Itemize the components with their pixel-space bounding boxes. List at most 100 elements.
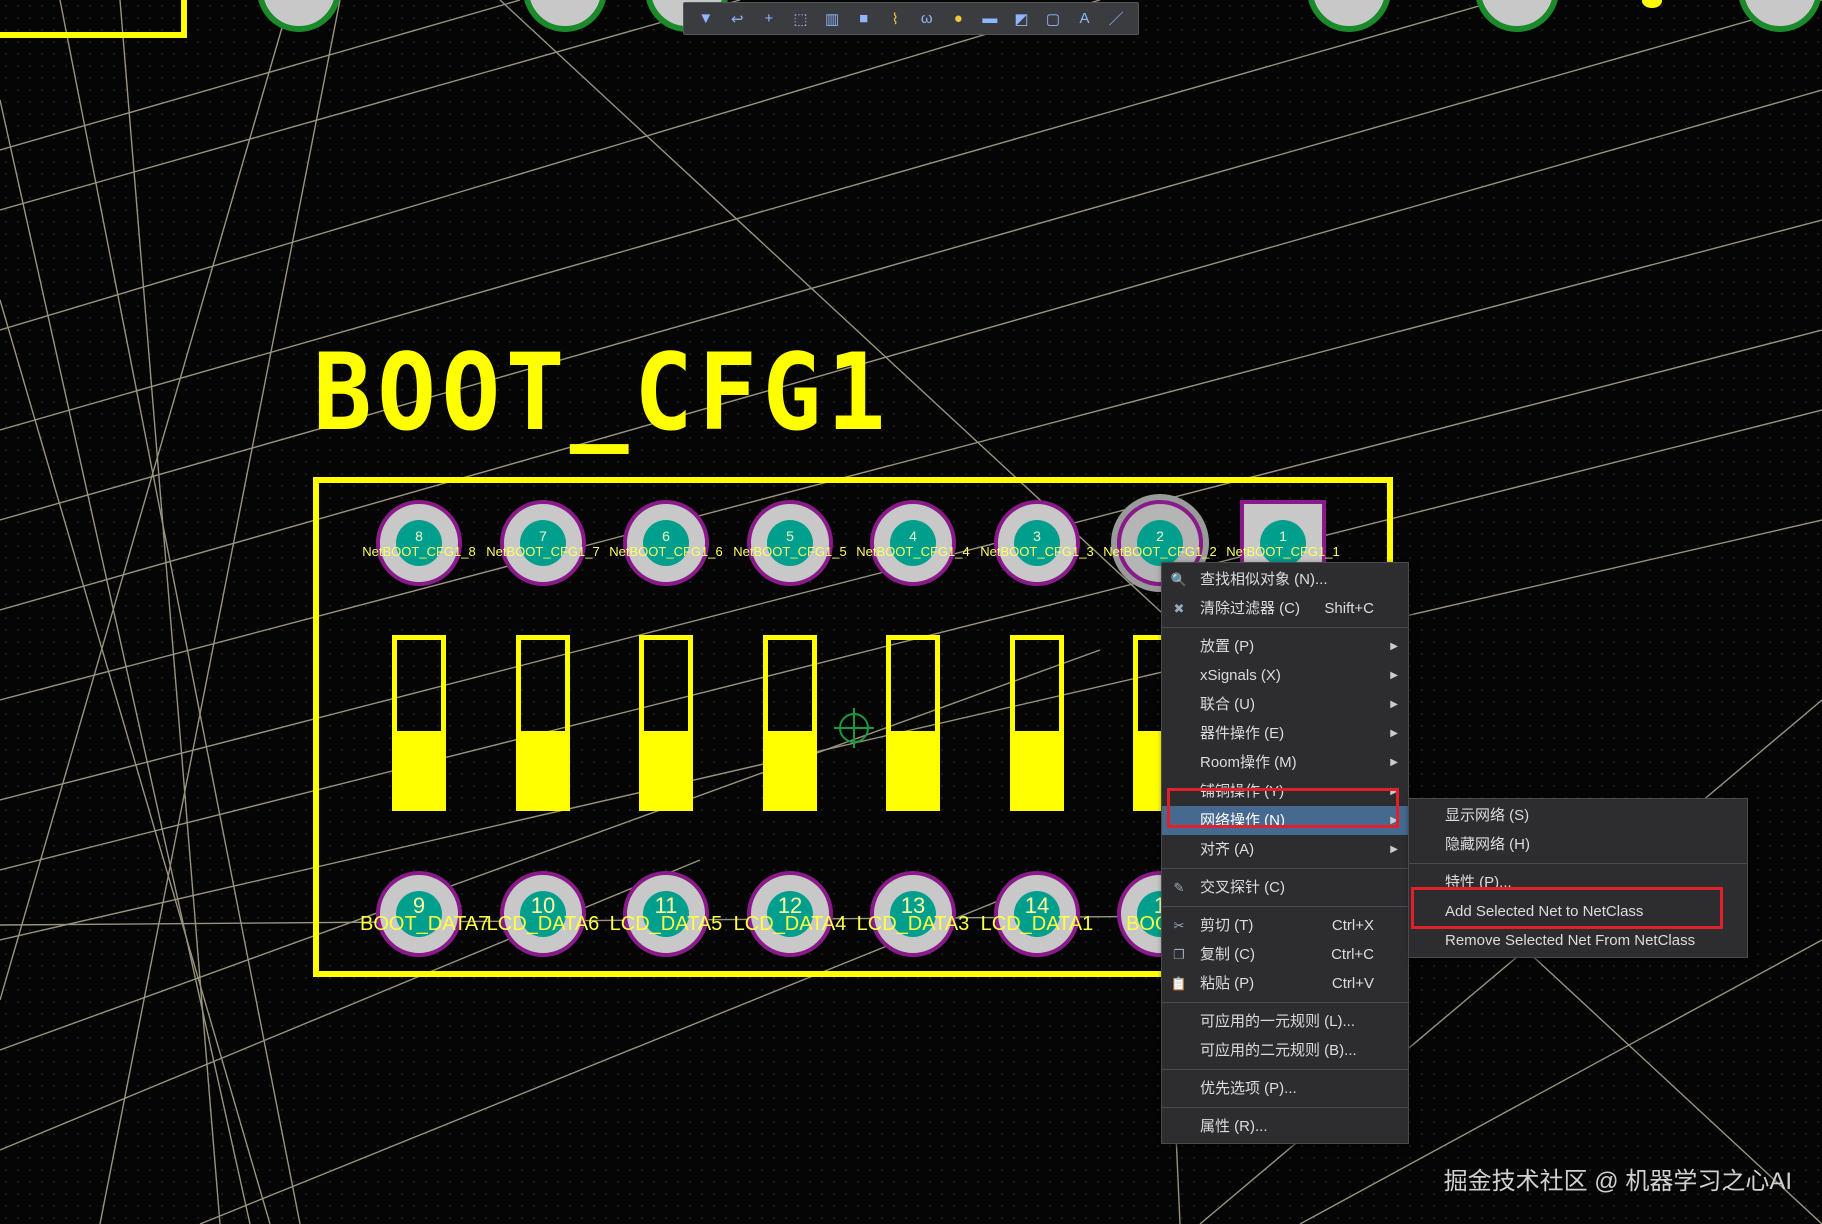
- submenu-item-1[interactable]: 隐藏网络 (H): [1409, 830, 1747, 859]
- menu-item-9[interactable]: 对齐 (A) ▶: [1162, 835, 1408, 864]
- crosshair-icon[interactable]: +: [757, 7, 781, 31]
- pad-net-label: LCD_DATA1: [980, 913, 1094, 935]
- pad-3[interactable]: 3 NetBOOT_CFG1_3: [980, 500, 1094, 586]
- menu-separator: [1162, 868, 1408, 869]
- pad-net-label: NetBOOT_CFG1_2: [1103, 544, 1217, 559]
- component-designator: BOOT_CFG1: [313, 331, 892, 454]
- dip-switch: [1010, 635, 1064, 811]
- pad-net-label: LCD_DATA4: [733, 913, 847, 935]
- submenu-item-4[interactable]: Remove Selected Net From NetClass: [1409, 926, 1747, 955]
- pad-net-label: BOOT_DATA7: [360, 913, 490, 935]
- line-icon[interactable]: ／: [1104, 7, 1128, 31]
- menu-item-label: 对齐 (A): [1200, 841, 1255, 858]
- bar-icon[interactable]: ▥: [820, 7, 844, 31]
- pad-net-label: LCD_DATA3: [856, 913, 970, 935]
- pad-5[interactable]: 5 NetBOOT_CFG1_5: [733, 500, 847, 586]
- menu-item-12[interactable]: ❐ 复制 (C) Ctrl+C: [1162, 940, 1408, 969]
- highlight-box-add-net: [1411, 887, 1723, 929]
- menu-item-shortcut: Shift+C: [1324, 600, 1374, 617]
- menu-item-11[interactable]: ✂ 剪切 (T) Ctrl+X: [1162, 911, 1408, 940]
- menu-separator: [1162, 1069, 1408, 1070]
- submenu-item-0[interactable]: 显示网络 (S): [1409, 801, 1747, 830]
- pad-8[interactable]: 8 NetBOOT_CFG1_8: [362, 500, 476, 586]
- pad-net-label: NetBOOT_CFG1_1: [1226, 544, 1340, 559]
- pad-number: 4: [909, 528, 917, 544]
- menu-item-16[interactable]: 优先选项 (P)...: [1162, 1074, 1408, 1103]
- pad-11[interactable]: 11 LCD_DATA5: [610, 871, 722, 957]
- menu-item-label: 交叉探针 (C): [1200, 879, 1285, 896]
- chevron-right-icon: ▶: [1390, 728, 1398, 739]
- pad-6[interactable]: 6 NetBOOT_CFG1_6: [609, 500, 723, 586]
- menu-item-10[interactable]: ✎ 交叉探针 (C): [1162, 873, 1408, 902]
- menu-item-label: 复制 (C): [1200, 946, 1255, 963]
- dip-switch: [763, 635, 817, 811]
- pad-number: 3: [1033, 528, 1041, 544]
- pad-4[interactable]: 4 NetBOOT_CFG1_4: [856, 500, 970, 586]
- dip-switch: [639, 635, 693, 811]
- menu-item-15[interactable]: 可应用的二元规则 (B)...: [1162, 1036, 1408, 1065]
- menu-item-4[interactable]: 联合 (U) ▶: [1162, 690, 1408, 719]
- menu-item-13[interactable]: 📋 粘贴 (P) Ctrl+V: [1162, 969, 1408, 998]
- pad-icon[interactable]: ●: [946, 7, 970, 31]
- pad-net-label: NetBOOT_CFG1_8: [362, 544, 476, 559]
- chevron-right-icon: ▶: [1390, 670, 1398, 681]
- switch-lever: [891, 731, 935, 806]
- menu-item-6[interactable]: Room操作 (M) ▶: [1162, 748, 1408, 777]
- chevron-right-icon: ▶: [1390, 844, 1398, 855]
- filter-icon[interactable]: ▼: [694, 7, 718, 31]
- pad-7[interactable]: 7 NetBOOT_CFG1_7: [486, 500, 600, 586]
- menu-item-label: 可应用的二元规则 (B)...: [1200, 1042, 1357, 1059]
- menu-item-label: 器件操作 (E): [1200, 725, 1285, 742]
- menu-separator: [1162, 1002, 1408, 1003]
- pad-number: 2: [1156, 528, 1164, 544]
- wire-icon[interactable]: ⌇: [883, 7, 907, 31]
- route-icon[interactable]: ↩: [725, 7, 749, 31]
- copy-icon: ❐: [1173, 947, 1185, 962]
- pad-9[interactable]: 9 BOOT_DATA7: [360, 871, 489, 957]
- menu-separator: [1162, 906, 1408, 907]
- menu-item-label: xSignals (X): [1200, 667, 1281, 684]
- menu-item-0[interactable]: 🔍 查找相似对象 (N)...: [1162, 565, 1408, 594]
- menu-item-3[interactable]: xSignals (X) ▶: [1162, 661, 1408, 690]
- pad-net-label: NetBOOT_CFG1_4: [856, 544, 970, 559]
- dimension-icon[interactable]: ▢: [1041, 7, 1065, 31]
- pad-13[interactable]: 13 LCD_DATA3: [857, 871, 969, 957]
- component-icon[interactable]: ■: [852, 7, 876, 31]
- menu-item-17[interactable]: 属性 (R)...: [1162, 1112, 1408, 1141]
- pad-10[interactable]: 10 LCD_DATA6: [487, 871, 599, 957]
- menu-item-14[interactable]: 可应用的一元规则 (L)...: [1162, 1007, 1408, 1036]
- clear-filter-icon: ✖: [1173, 601, 1185, 616]
- menu-item-1[interactable]: ✖ 清除过滤器 (C) Shift+C: [1162, 594, 1408, 623]
- net-actions-submenu: 显示网络 (S) 隐藏网络 (H) 特性 (P)... Add Selected Ne…: [1408, 798, 1748, 958]
- region-icon[interactable]: ◩: [1009, 7, 1033, 31]
- pad-number: 8: [415, 528, 423, 544]
- context-menu: 🔍 查找相似对象 (N)... ✖ 清除过滤器 (C) Shift+C 放置 (P) ▶ xS…: [1161, 562, 1409, 1144]
- dip-switch: [392, 635, 446, 811]
- menu-item-5[interactable]: 器件操作 (E) ▶: [1162, 719, 1408, 748]
- menu-item-label: 可应用的一元规则 (L)...: [1200, 1013, 1356, 1030]
- menu-item-2[interactable]: 放置 (P) ▶: [1162, 632, 1408, 661]
- pad-net-label: LCD_DATA6: [486, 913, 600, 935]
- fill-icon[interactable]: ▬: [978, 7, 1002, 31]
- diff-pair-icon[interactable]: ω: [915, 7, 939, 31]
- select-rect-icon[interactable]: ⬚: [788, 7, 812, 31]
- text-icon[interactable]: A: [1073, 7, 1097, 31]
- dip-switch: [516, 635, 570, 811]
- pad-number: 1: [1279, 528, 1287, 544]
- switch-lever: [397, 731, 441, 806]
- submenu-item-label: 隐藏网络 (H): [1445, 836, 1530, 853]
- pad-number: 5: [786, 528, 794, 544]
- switch-lever: [644, 731, 688, 806]
- pad-14[interactable]: 14 LCD_DATA1: [981, 871, 1093, 957]
- pad-net-label: NetBOOT_CFG1_6: [609, 544, 723, 559]
- highlight-box-net-actions: [1167, 788, 1399, 828]
- switch-lever: [521, 731, 565, 806]
- pad-net-label: NetBOOT_CFG1_5: [733, 544, 847, 559]
- menu-item-label: Room操作 (M): [1200, 754, 1297, 771]
- menu-item-label: 粘贴 (P): [1200, 975, 1255, 992]
- menu-item-shortcut: Ctrl+X: [1331, 917, 1374, 934]
- pad-number: 6: [662, 528, 670, 544]
- submenu-item-label: Remove Selected Net From NetClass: [1445, 932, 1696, 949]
- search-icon: 🔍: [1170, 572, 1188, 587]
- pad-12[interactable]: 12 LCD_DATA4: [734, 871, 846, 957]
